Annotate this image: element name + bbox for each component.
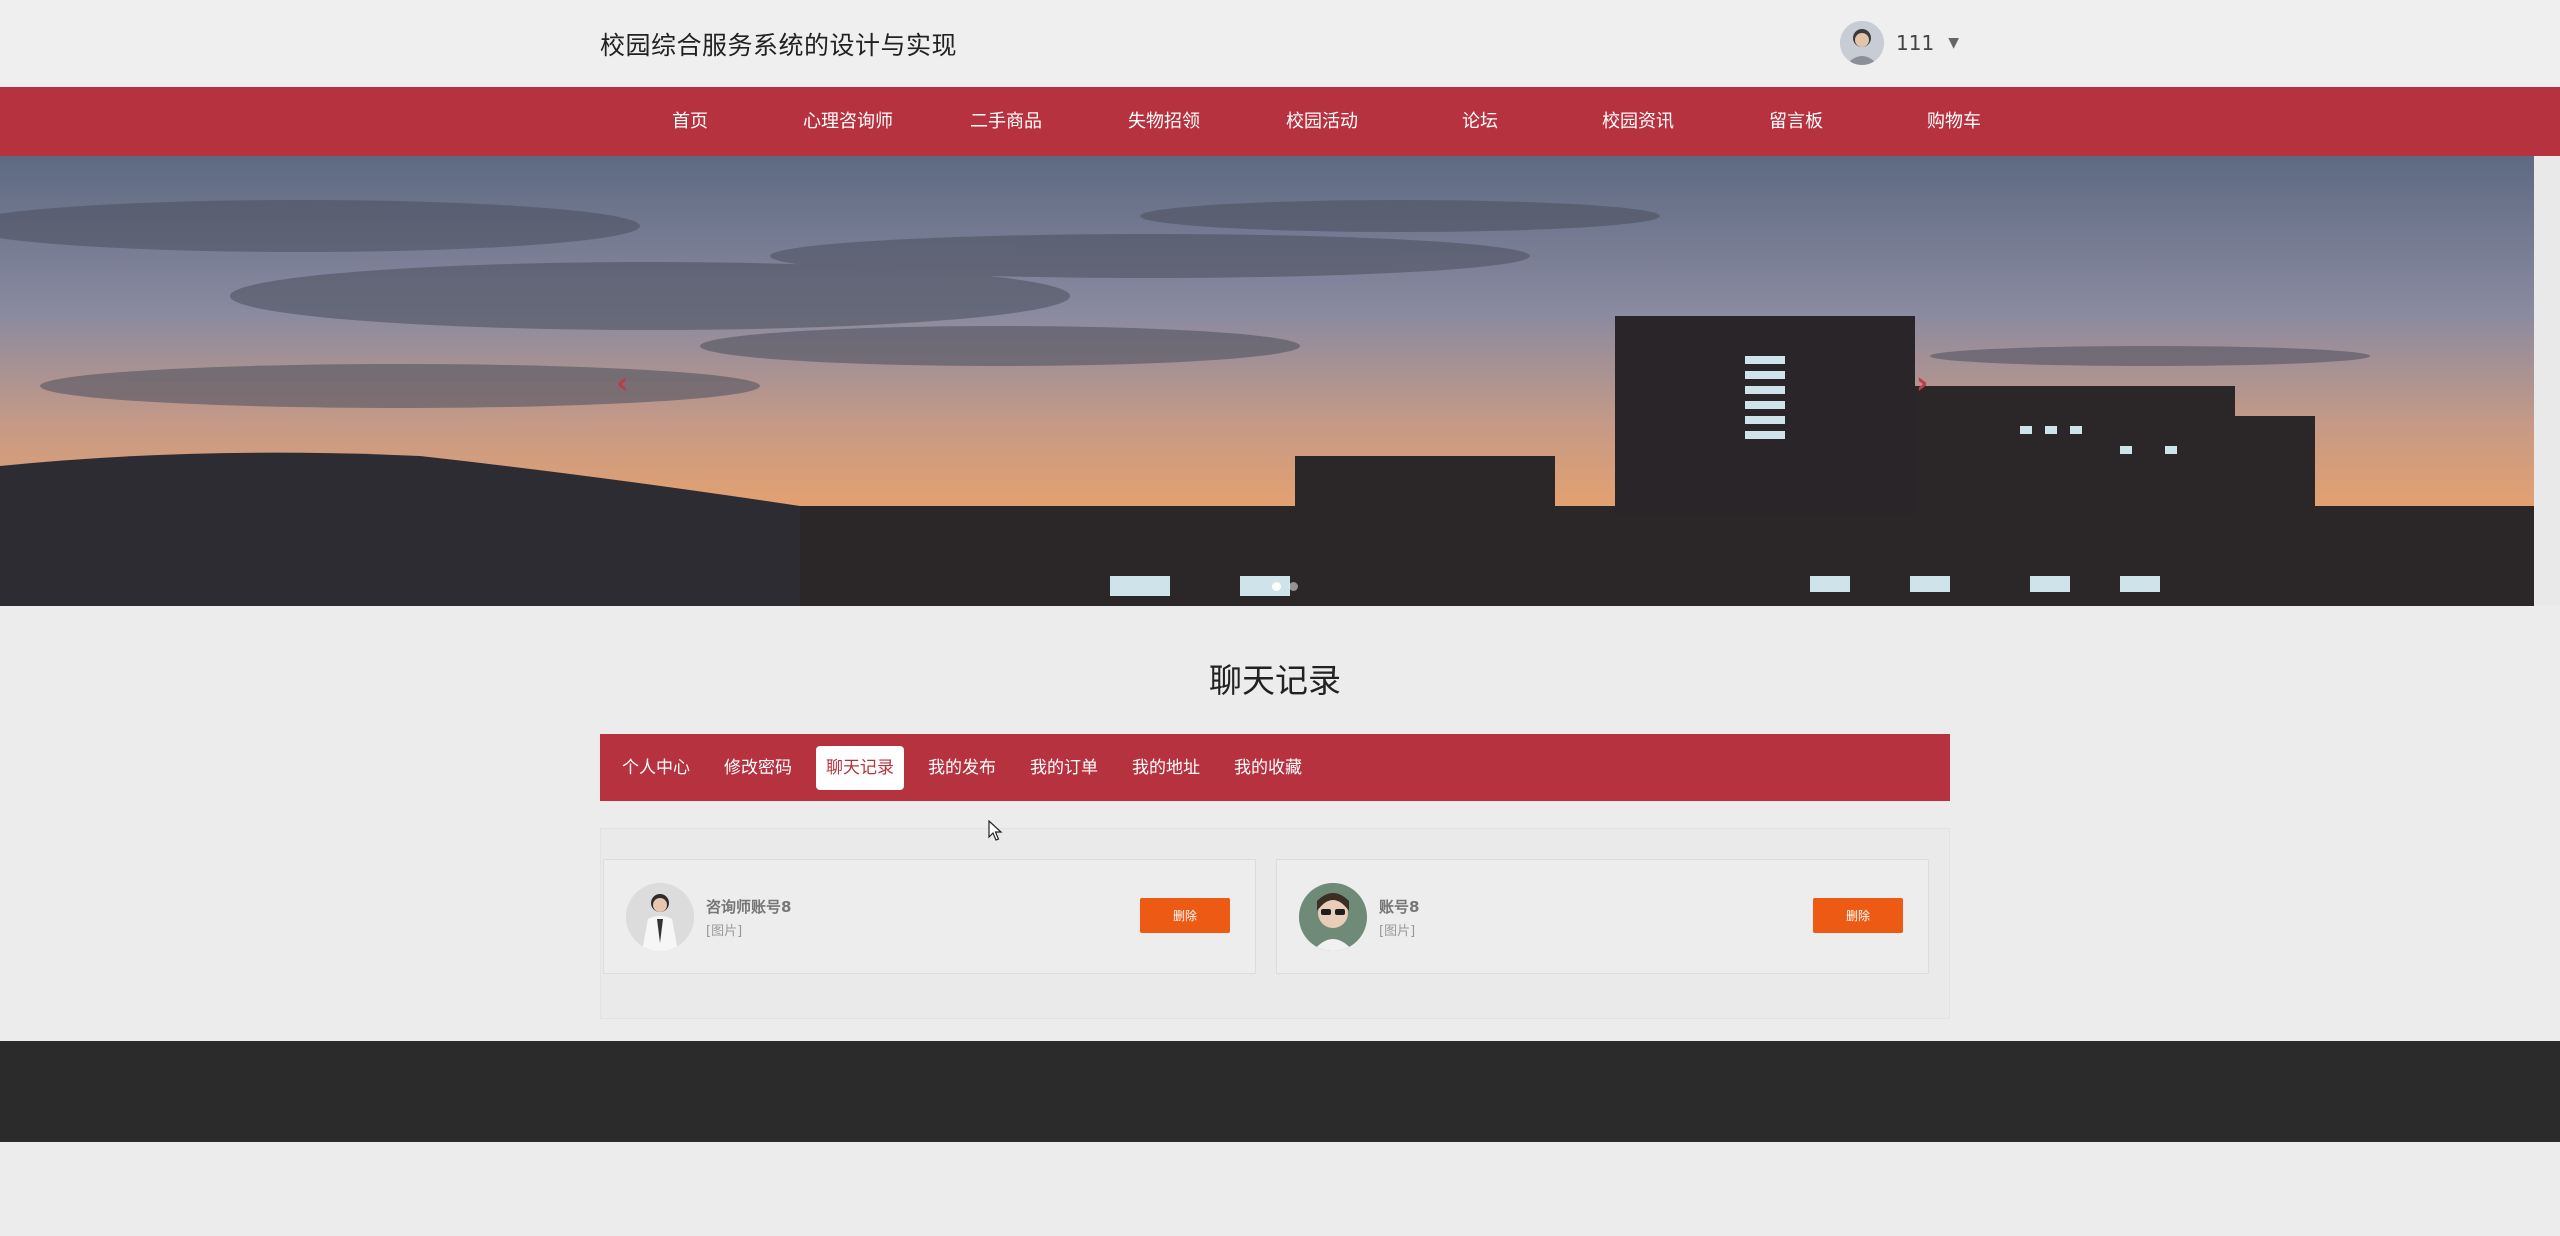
nav-item-second-hand[interactable]: 二手商品 xyxy=(927,87,1085,156)
chat-avatar xyxy=(626,883,694,951)
chat-avatar xyxy=(1299,883,1367,951)
carousel-dot[interactable] xyxy=(1272,582,1281,591)
chat-item[interactable]: 账号8 [图片] 删除 xyxy=(1276,859,1929,974)
tab-my-addresses[interactable]: 我的地址 xyxy=(1122,746,1210,790)
chat-list: 咨询师账号8 [图片] 删除 账号8 [图片] 删除 xyxy=(600,828,1950,1019)
mouse-cursor-icon xyxy=(988,820,1003,841)
nav-item-campus-news[interactable]: 校园资讯 xyxy=(1559,87,1717,156)
chat-item[interactable]: 咨询师账号8 [图片] 删除 xyxy=(603,859,1256,974)
banner-image xyxy=(0,156,2534,606)
nav-item-message-board[interactable]: 留言板 xyxy=(1717,87,1875,156)
page-title: 聊天记录 xyxy=(1209,661,1341,700)
footer xyxy=(0,1041,2560,1142)
main-nav: 首页 心理咨询师 二手商品 失物招领 校园活动 论坛 校园资讯 留言板 购物车 xyxy=(0,87,2560,156)
carousel-prev-icon[interactable]: ‹ xyxy=(616,366,628,401)
page: 校园综合服务系统的设计与实现 111 ▼ 首页 心理咨询师 二手商品 失物招领 … xyxy=(0,0,2560,1236)
header: 校园综合服务系统的设计与实现 111 ▼ xyxy=(0,0,2560,87)
banner-carousel: ‹ › xyxy=(0,156,2534,606)
tab-personal-center[interactable]: 个人中心 xyxy=(612,746,700,790)
chat-contact-name: 咨询师账号8 xyxy=(706,898,792,916)
chat-last-message: [图片] xyxy=(1379,924,1416,939)
carousel-next-icon[interactable]: › xyxy=(1916,366,1928,401)
nav-item-counselor[interactable]: 心理咨询师 xyxy=(769,87,927,156)
tab-change-password[interactable]: 修改密码 xyxy=(714,746,802,790)
nav-item-lost-found[interactable]: 失物招领 xyxy=(1085,87,1243,156)
carousel-dot[interactable] xyxy=(1289,582,1298,591)
tab-my-favorites[interactable]: 我的收藏 xyxy=(1224,746,1312,790)
tab-my-orders[interactable]: 我的订单 xyxy=(1020,746,1108,790)
user-name[interactable]: 111 xyxy=(1896,31,1934,55)
user-center-tabs: 个人中心 修改密码 聊天记录 我的发布 我的订单 我的地址 我的收藏 xyxy=(600,734,1950,801)
user-avatar[interactable] xyxy=(1840,21,1884,65)
delete-button[interactable]: 删除 xyxy=(1813,898,1903,933)
tab-chat-history[interactable]: 聊天记录 xyxy=(816,745,904,790)
tab-my-posts[interactable]: 我的发布 xyxy=(918,746,1006,790)
nav-item-campus-activity[interactable]: 校园活动 xyxy=(1243,87,1401,156)
user-menu[interactable]: 111 ▼ xyxy=(1840,19,1959,67)
nav-item-cart[interactable]: 购物车 xyxy=(1875,87,2033,156)
delete-button[interactable]: 删除 xyxy=(1140,898,1230,933)
caret-down-icon[interactable]: ▼ xyxy=(1948,35,1959,51)
nav-item-home[interactable]: 首页 xyxy=(611,87,769,156)
carousel-dots xyxy=(1272,582,1298,591)
chat-last-message: [图片] xyxy=(706,924,743,939)
site-title: 校园综合服务系统的设计与实现 xyxy=(600,31,958,60)
chat-contact-name: 账号8 xyxy=(1379,898,1420,916)
nav-item-forum[interactable]: 论坛 xyxy=(1401,87,1559,156)
page-scrollbar[interactable] xyxy=(2534,156,2560,606)
